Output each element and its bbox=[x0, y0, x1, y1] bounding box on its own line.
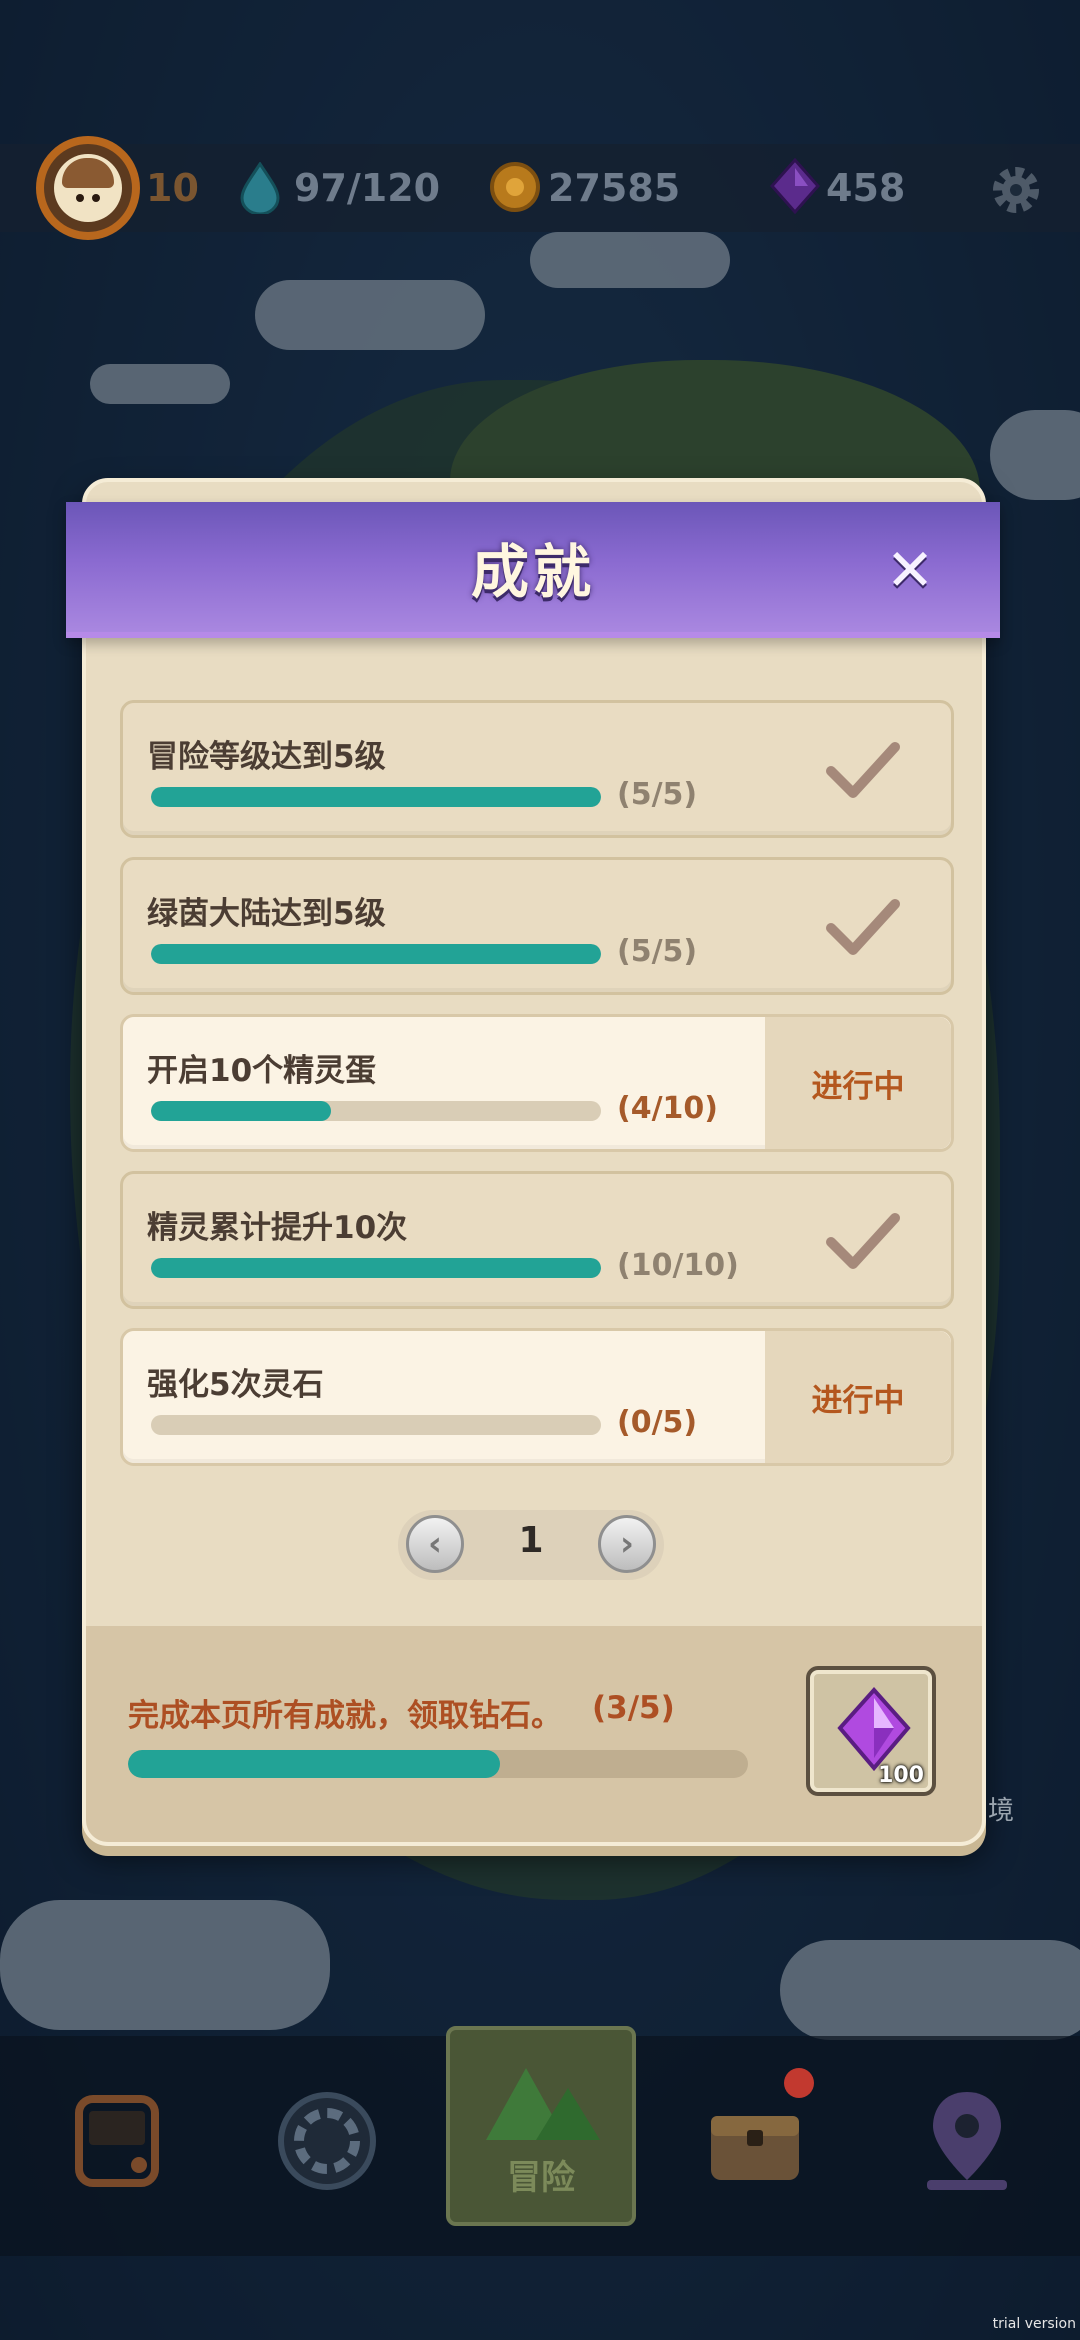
gem-icon bbox=[837, 1687, 911, 1772]
achievement-count: (4/10) bbox=[617, 1091, 719, 1126]
achievement-progress-fill bbox=[151, 1258, 601, 1278]
achievement-progress-fill bbox=[151, 1101, 331, 1121]
in-progress-status[interactable]: 进行中 bbox=[765, 1331, 951, 1463]
nav-adventure-label: 冒险 bbox=[507, 2157, 575, 2198]
achievement-progress-track bbox=[151, 944, 601, 964]
achievement-progress-track bbox=[151, 787, 601, 807]
nav-arcade[interactable] bbox=[52, 2076, 182, 2206]
achievement-row: 精灵累计提升10次 (10/10) bbox=[120, 1171, 954, 1309]
close-button[interactable]: ✕ bbox=[880, 540, 940, 600]
achievement-list: 冒险等级达到5级 (5/5) 绿茵大陆达到5级 (5/5) 开启10个精灵蛋 (4/10)… bbox=[120, 700, 954, 1485]
nav-chest[interactable] bbox=[690, 2068, 820, 2206]
dialog-title: 成就 bbox=[470, 538, 595, 606]
watermark: trial version bbox=[992, 2316, 1076, 2332]
nav-portal[interactable] bbox=[262, 2076, 392, 2206]
player-level: 10 bbox=[146, 166, 199, 210]
mountain-icon bbox=[486, 2067, 600, 2140]
coin-icon bbox=[490, 162, 540, 212]
in-progress-status[interactable]: 进行中 bbox=[765, 1017, 951, 1149]
footer-count: (3/5) bbox=[592, 1690, 675, 1726]
achievement-title: 冒险等级达到5级 bbox=[147, 739, 386, 775]
footer-progress-fill bbox=[128, 1750, 500, 1778]
gem-value: 458 bbox=[826, 166, 906, 210]
achievement-progress-track bbox=[151, 1415, 601, 1435]
achievement-count: (0/5) bbox=[617, 1405, 698, 1440]
chevron-right-icon[interactable]: › bbox=[598, 1515, 656, 1573]
check-icon bbox=[826, 899, 900, 955]
achievement-count: (5/5) bbox=[617, 934, 698, 969]
gear-icon[interactable] bbox=[986, 160, 1046, 220]
check-icon bbox=[826, 1213, 900, 1269]
portal-icon bbox=[278, 2092, 376, 2190]
chest-icon bbox=[711, 2116, 799, 2180]
achievement-progress-fill bbox=[151, 944, 601, 964]
achievement-row: 冒险等级达到5级 (5/5) bbox=[120, 700, 954, 838]
achievement-title: 精灵累计提升10次 bbox=[147, 1210, 408, 1246]
check-icon bbox=[826, 742, 900, 798]
arcade-icon bbox=[75, 2095, 159, 2187]
footer-text: 完成本页所有成就，领取钻石。 bbox=[128, 1698, 562, 1734]
achievement-progress-track bbox=[151, 1258, 601, 1278]
avatar-face-icon bbox=[54, 154, 122, 222]
reward-claim-button[interactable]: 100 bbox=[806, 1666, 936, 1796]
map-location-label: 境 bbox=[988, 1796, 1015, 1826]
achievement-count: (5/5) bbox=[617, 777, 698, 812]
energy-value: 97/120 bbox=[294, 166, 441, 210]
dialog-header: 成就 ✕ bbox=[66, 502, 1000, 638]
gem-icon bbox=[770, 158, 820, 214]
notification-badge bbox=[784, 2068, 814, 2098]
achievement-title: 绿茵大陆达到5级 bbox=[147, 896, 386, 932]
nav-adventure[interactable]: 冒险 bbox=[446, 2026, 636, 2226]
achievement-row[interactable]: 开启10个精灵蛋 (4/10) 进行中 bbox=[120, 1014, 954, 1152]
map-pin-icon bbox=[927, 2092, 1007, 2190]
bottom-nav: 冒险 bbox=[0, 2026, 1080, 2256]
nav-map[interactable] bbox=[902, 2076, 1032, 2206]
achievement-title: 开启10个精灵蛋 bbox=[147, 1053, 377, 1089]
achievement-row[interactable]: 强化5次灵石 (0/5) 进行中 bbox=[120, 1328, 954, 1466]
achievement-title: 强化5次灵石 bbox=[147, 1367, 324, 1403]
achievement-progress-track bbox=[151, 1101, 601, 1121]
reward-quantity: 100 bbox=[878, 1763, 924, 1788]
pager: ‹ 1 › bbox=[398, 1510, 664, 1580]
page-reward-footer: 完成本页所有成就，领取钻石。 (3/5) 100 bbox=[86, 1626, 982, 1842]
top-hud: 10 97/120 27585 458 bbox=[0, 136, 1080, 240]
water-drop-icon bbox=[240, 162, 280, 214]
coin-value: 27585 bbox=[548, 166, 681, 210]
footer-progress-track bbox=[128, 1750, 748, 1778]
achievement-count: (10/10) bbox=[617, 1248, 739, 1283]
avatar[interactable] bbox=[36, 136, 140, 240]
achievement-progress-fill bbox=[151, 787, 601, 807]
achievement-row: 绿茵大陆达到5级 (5/5) bbox=[120, 857, 954, 995]
